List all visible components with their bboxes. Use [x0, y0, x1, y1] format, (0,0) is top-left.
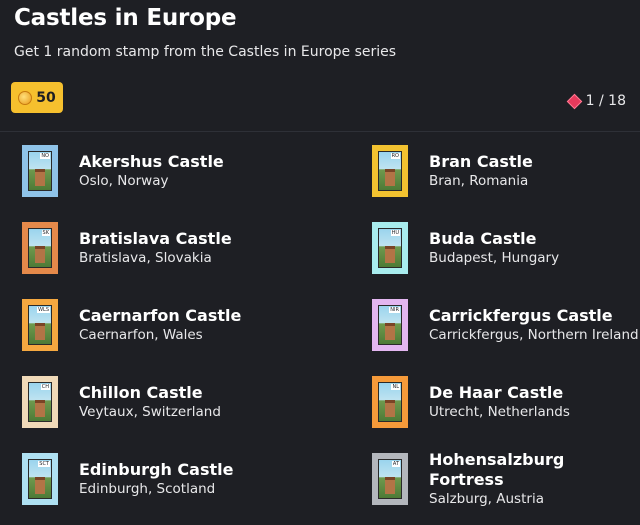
- stamp-location: Budapest, Hungary: [429, 249, 560, 266]
- stamp-country-code: HU: [390, 229, 400, 236]
- stamp-location: Salzburg, Austria: [429, 490, 544, 507]
- list-item[interactable]: NIR Carrickfergus Castle Carrickfergus, N…: [372, 286, 639, 363]
- counter-value: 1 / 18: [585, 93, 626, 109]
- list-item[interactable]: NO Akershus Castle Oslo, Norway: [22, 132, 224, 209]
- stamp-location: Carrickfergus, Northern Ireland: [429, 326, 639, 343]
- collection-counter: 1 / 18: [566, 93, 626, 109]
- stamp-location: Edinburgh, Scotland: [79, 480, 216, 497]
- stamp-location: Bratislava, Slovakia: [79, 249, 212, 266]
- stamp-location: Caernarfon, Wales: [79, 326, 203, 343]
- stamp-name: Hohensalzburg Fortress: [429, 449, 565, 489]
- gem-icon: [566, 93, 582, 109]
- list-item[interactable]: CH Chillon Castle Veytaux, Switzerland: [22, 363, 221, 440]
- price-value: 50: [36, 89, 56, 106]
- stamp-thumbnail: NIR: [372, 298, 408, 351]
- list-item[interactable]: SCT Edinburgh Castle Edinburgh, Scotland: [22, 440, 233, 517]
- header: Castles in Europe Get 1 random stamp fro…: [0, 0, 640, 132]
- stamp-country-code: AT: [391, 460, 400, 467]
- stamp-name: Bran Castle: [429, 151, 533, 171]
- stamp-name: Akershus Castle: [79, 151, 224, 171]
- stamp-thumbnail: NL: [372, 375, 408, 428]
- list-item[interactable]: RO Bran Castle Bran, Romania: [372, 132, 533, 209]
- stamp-location: Oslo, Norway: [79, 172, 169, 189]
- stamp-thumbnail: SCT: [22, 452, 58, 505]
- stamp-name: Carrickfergus Castle: [429, 305, 613, 325]
- list-item[interactable]: NL De Haar Castle Utrecht, Netherlands: [372, 363, 570, 440]
- stamp-name: Chillon Castle: [79, 382, 203, 402]
- stamp-name: Bratislava Castle: [79, 228, 232, 248]
- stamp-country-code: NIR: [389, 306, 400, 313]
- stamp-thumbnail: CH: [22, 375, 58, 428]
- stamp-name: Edinburgh Castle: [79, 459, 234, 479]
- stamp-location: Veytaux, Switzerland: [79, 403, 221, 420]
- stamp-country-code: SK: [41, 229, 50, 236]
- stamp-thumbnail: SK: [22, 221, 58, 274]
- stamp-thumbnail: RO: [372, 144, 408, 197]
- stamp-country-code: WLS: [37, 306, 50, 313]
- stamp-grid: NO Akershus Castle Oslo, Norway RO Bran C…: [0, 132, 640, 525]
- stamp-country-code: SCT: [38, 460, 50, 467]
- buy-button[interactable]: 50: [11, 82, 63, 113]
- stamp-thumbnail: NO: [22, 144, 58, 197]
- stamp-thumbnail: WLS: [22, 298, 58, 351]
- stamp-country-code: NL: [391, 383, 400, 390]
- stamp-name: Caernarfon Castle: [79, 305, 242, 325]
- page-subtitle: Get 1 random stamp from the Castles in E…: [14, 44, 397, 60]
- stamp-location: Bran, Romania: [429, 172, 529, 189]
- stamp-name: De Haar Castle: [429, 382, 564, 402]
- stamp-thumbnail: HU: [372, 221, 408, 274]
- list-item[interactable]: SK Bratislava Castle Bratislava, Slovakia: [22, 209, 232, 286]
- stamp-thumbnail: AT: [372, 452, 408, 505]
- stamp-country-code: RO: [390, 152, 400, 159]
- page-title: Castles in Europe: [14, 5, 237, 31]
- stamp-location: Utrecht, Netherlands: [429, 403, 570, 420]
- coin-icon: [18, 90, 33, 105]
- stamp-country-code: CH: [40, 383, 50, 390]
- stamp-country-code: NO: [40, 152, 50, 159]
- stamp-name: Buda Castle: [429, 228, 537, 248]
- list-item[interactable]: WLS Caernarfon Castle Caernarfon, Wales: [22, 286, 241, 363]
- list-item[interactable]: HU Buda Castle Budapest, Hungary: [372, 209, 559, 286]
- list-item[interactable]: AT Hohensalzburg Fortress Salzburg, Austr…: [372, 440, 640, 517]
